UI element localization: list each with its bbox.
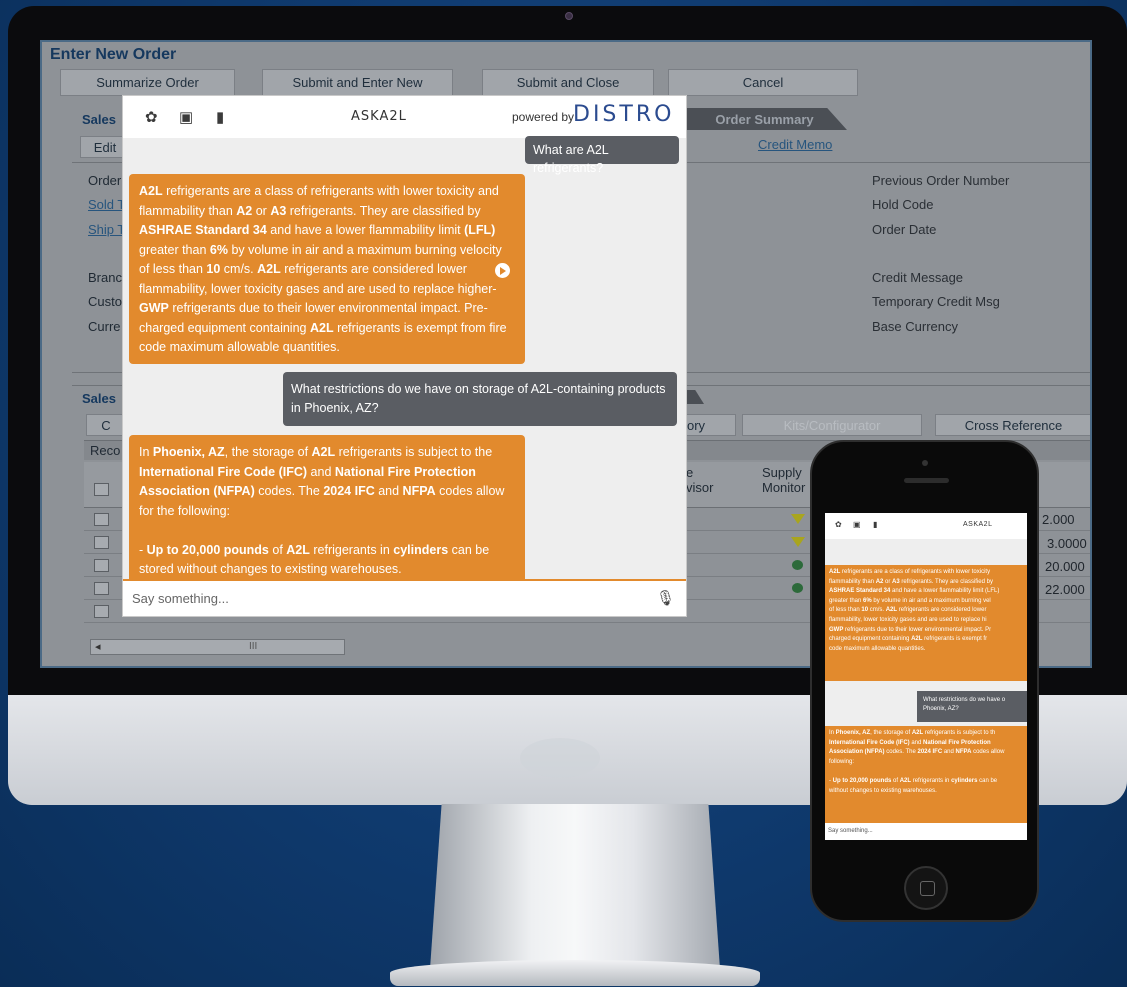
supply-monitor-header: Supply Monitor (762, 465, 806, 495)
quantity-value: 20.000 (1045, 559, 1085, 574)
play-audio-icon[interactable] (495, 263, 510, 278)
submit-and-enter-new-button[interactable]: Submit and Enter New (262, 69, 453, 96)
phone-speaker (904, 478, 949, 483)
row-checkbox[interactable] (94, 605, 109, 618)
monitor-stand (430, 804, 720, 969)
summarize-order-button[interactable]: Summarize Order (60, 69, 235, 96)
brand-watermark (520, 738, 600, 778)
chat-brand-logo: ASKA2L (351, 109, 407, 124)
home-button[interactable] (904, 866, 948, 910)
phone-screen: ✿ ▣ ▮ ASKA2L A2L refrigerants are a clas… (825, 513, 1027, 840)
provider-logo: DISTRO (573, 102, 675, 127)
gear-icon[interactable]: ✿ (145, 108, 158, 126)
quantity-value: 22.000 (1045, 582, 1085, 597)
credit-message-label: Credit Message (872, 270, 964, 285)
kits-configurator-button[interactable]: Kits/Configurator (742, 414, 922, 436)
powered-by-label: powered by (512, 110, 575, 124)
ship-to-link[interactable]: Ship T (88, 222, 125, 237)
bot-message: A2L refrigerants are a class of refriger… (129, 174, 525, 364)
monitor-stand-base (390, 960, 760, 986)
microphone-icon[interactable]: 🎙 (656, 589, 675, 607)
order-label: Order (88, 173, 122, 188)
status-green-icon (792, 560, 803, 570)
sales-section-label: Sales (82, 112, 116, 127)
record-header: Reco (90, 443, 121, 458)
bot-message: A2L refrigerants are a class of refriger… (825, 565, 1027, 681)
phone-chat-input[interactable]: Say something... (825, 822, 1027, 840)
row-checkbox[interactable] (94, 536, 109, 549)
chat-input[interactable]: Say something... (132, 591, 229, 606)
warning-triangle-icon (791, 514, 805, 524)
row-checkbox[interactable] (94, 513, 109, 526)
chat-widget: ✿ ▣ ▮ ASKA2L powered by DISTRO What are … (123, 96, 686, 616)
quantity-value: 3.0000 (1047, 536, 1087, 551)
sold-to-link[interactable]: Sold T (88, 197, 125, 212)
webcam-icon (565, 12, 573, 20)
branch-label: Branc (88, 270, 122, 285)
chat-input-bar[interactable]: Say something... 🎙 (123, 579, 686, 616)
user-message: What restrictions do we have on storage … (283, 372, 677, 426)
gear-icon[interactable]: ✿ (835, 520, 842, 529)
trash-icon[interactable]: ▮ (873, 520, 877, 529)
cross-reference-button[interactable]: Cross Reference (935, 414, 1090, 436)
submit-and-close-button[interactable]: Submit and Close (482, 69, 654, 96)
chat-header: ✿ ▣ ▮ ASKA2L powered by DISTRO (123, 96, 686, 138)
grid-button-c[interactable]: C (86, 414, 126, 436)
customer-label: Custo (88, 294, 122, 309)
base-currency-label: Base Currency (872, 319, 958, 334)
feedback-icon[interactable]: ▣ (853, 520, 861, 529)
order-date-label: Order Date (872, 222, 937, 237)
row-checkbox[interactable] (94, 559, 109, 572)
trash-icon[interactable]: ▮ (216, 108, 224, 126)
hold-code-label: Hold Code (872, 197, 934, 212)
phone-camera-icon (922, 460, 928, 466)
bot-message: In Phoenix, AZ, the storage of A2L refri… (825, 726, 1027, 822)
user-message: What restrictions do we have o Phoenix, A… (917, 691, 1027, 722)
page-title: Enter New Order (50, 46, 177, 63)
cancel-button[interactable]: Cancel (668, 69, 858, 96)
warning-triangle-icon (791, 537, 805, 547)
advisor-header: e visor (686, 465, 714, 495)
phone-chat-header: ✿ ▣ ▮ ASKA2L (825, 513, 1027, 539)
currency-label: Curre (88, 319, 121, 334)
feedback-icon[interactable]: ▣ (179, 108, 193, 126)
sales-lines-label: Sales (82, 391, 116, 406)
previous-order-number-label: Previous Order Number (872, 173, 1010, 188)
horizontal-scrollbar[interactable]: ◂ III (90, 639, 345, 655)
category-button[interactable]: ory (682, 414, 736, 436)
scroll-left-icon[interactable]: ◂ (95, 640, 101, 653)
temporary-credit-msg-label: Temporary Credit Msg (872, 294, 1000, 309)
row-checkbox[interactable] (94, 582, 109, 595)
tab-order-summary[interactable]: Order Summary (682, 108, 847, 130)
bot-message: In Phoenix, AZ, the storage of A2L refri… (129, 435, 525, 585)
quantity-value: 2.000 (1042, 512, 1075, 527)
credit-memo-link[interactable]: Credit Memo (758, 137, 832, 152)
select-all-checkbox[interactable] (94, 483, 109, 496)
user-message: What are A2L refrigerants? (525, 136, 679, 175)
phone-brand-logo: ASKA2L (963, 521, 993, 528)
status-green-icon (792, 583, 803, 593)
scroll-thumb[interactable]: III (249, 641, 257, 652)
